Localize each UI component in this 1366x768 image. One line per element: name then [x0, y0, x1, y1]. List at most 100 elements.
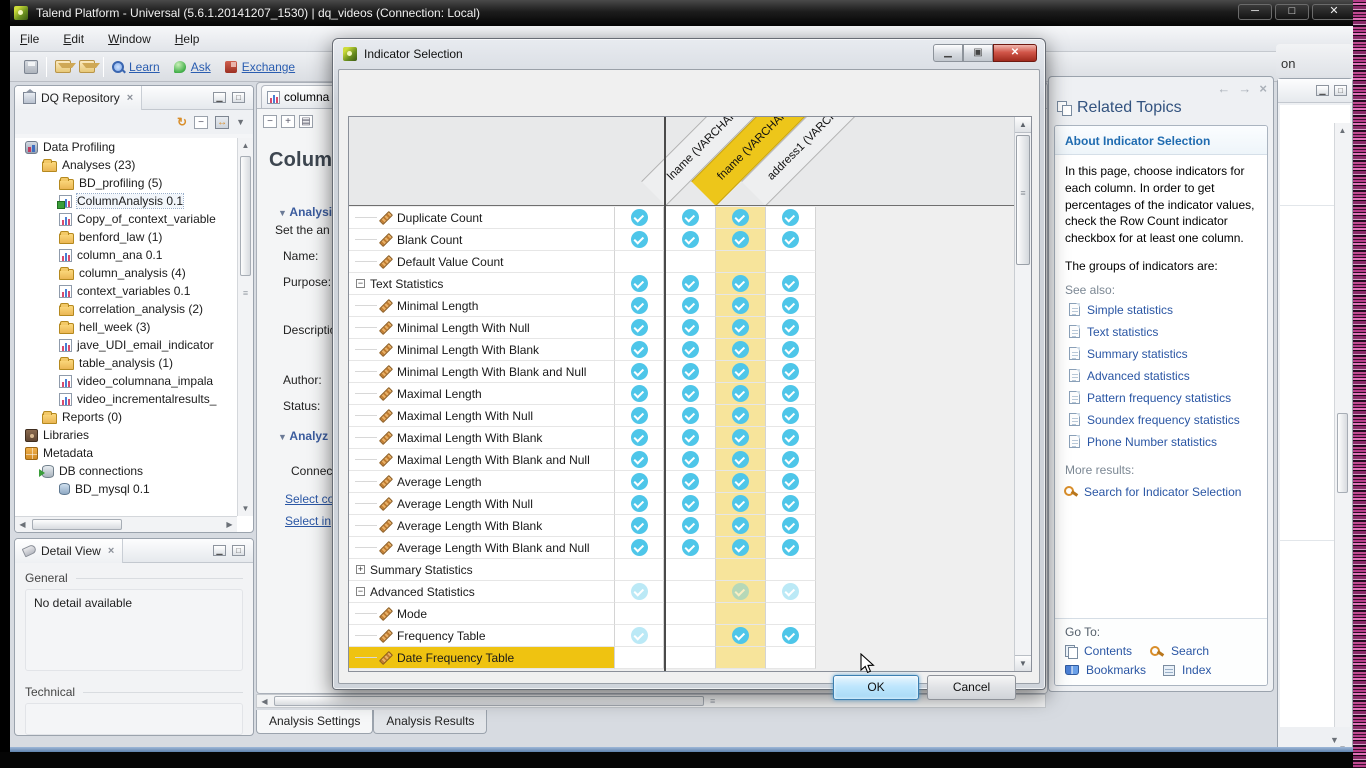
- learn-link[interactable]: Learn: [112, 60, 160, 74]
- editor-save-icon[interactable]: ▤: [299, 115, 313, 128]
- tree-vertical-scrollbar[interactable]: ▲ ≡ ▼: [237, 138, 253, 516]
- tree-item[interactable]: table_analysis (1): [15, 354, 237, 372]
- tree-item[interactable]: column_analysis (4): [15, 264, 237, 282]
- check-cell[interactable]: [614, 427, 664, 449]
- check-cell[interactable]: [666, 383, 716, 405]
- export-icon[interactable]: [79, 60, 95, 73]
- check-cell[interactable]: [716, 449, 766, 471]
- check-cell[interactable]: [716, 251, 766, 273]
- tree-item[interactable]: Data Profiling: [15, 138, 237, 156]
- minimize-view-icon[interactable]: ▁: [213, 545, 226, 556]
- menu-help[interactable]: Help: [175, 32, 200, 46]
- check-cell[interactable]: [766, 207, 816, 229]
- indicator-label-cell[interactable]: Blank Count: [349, 229, 614, 251]
- window-maximize-button[interactable]: □: [1275, 4, 1309, 20]
- check-cell[interactable]: [766, 625, 816, 647]
- check-cell[interactable]: [614, 273, 664, 295]
- help-topic-link[interactable]: Advanced statistics: [1055, 365, 1267, 387]
- check-cell[interactable]: [666, 647, 716, 669]
- menu-edit[interactable]: Edit: [63, 32, 84, 46]
- check-cell[interactable]: [666, 317, 716, 339]
- indicator-label-cell[interactable]: Maximal Length With Blank and Null: [349, 449, 614, 471]
- window-minimize-button[interactable]: ─: [1238, 4, 1272, 20]
- grid-vertical-scrollbar[interactable]: ▲ ≡ ▼: [1014, 117, 1031, 671]
- check-cell[interactable]: [666, 339, 716, 361]
- tab-analysis-settings[interactable]: Analysis Settings: [256, 710, 373, 734]
- minimize-view-icon[interactable]: ▁: [213, 92, 226, 103]
- tree-horizontal-scrollbar[interactable]: ◀ ▶: [15, 516, 237, 532]
- select-indicators-link[interactable]: Select in: [285, 514, 331, 528]
- check-cell[interactable]: [716, 383, 766, 405]
- check-cell[interactable]: [666, 251, 716, 273]
- check-cell[interactable]: [766, 339, 816, 361]
- cancel-button[interactable]: Cancel: [927, 675, 1016, 700]
- check-cell[interactable]: [716, 537, 766, 559]
- search-link[interactable]: Search: [1171, 644, 1209, 658]
- check-cell[interactable]: [716, 295, 766, 317]
- check-cell[interactable]: [716, 427, 766, 449]
- check-cell[interactable]: [716, 603, 766, 625]
- check-cell[interactable]: [666, 537, 716, 559]
- check-cell[interactable]: [614, 229, 664, 251]
- tree-item[interactable]: BD_profiling (5): [15, 174, 237, 192]
- check-cell[interactable]: [614, 449, 664, 471]
- indicator-label-cell[interactable]: Mode: [349, 603, 614, 625]
- tree-item[interactable]: correlation_analysis (2): [15, 300, 237, 318]
- check-cell[interactable]: [716, 515, 766, 537]
- check-cell[interactable]: [716, 229, 766, 251]
- expand-group-icon[interactable]: +: [356, 565, 365, 574]
- check-cell[interactable]: [666, 493, 716, 515]
- collapse-group-icon[interactable]: −: [356, 587, 365, 596]
- import-icon[interactable]: [55, 60, 71, 73]
- indicator-label-cell[interactable]: Average Length With Blank: [349, 515, 614, 537]
- check-cell[interactable]: [766, 383, 816, 405]
- indicator-label-cell[interactable]: Average Length With Blank and Null: [349, 537, 614, 559]
- check-cell[interactable]: [614, 493, 664, 515]
- scroll-left-icon[interactable]: ◀: [15, 517, 30, 532]
- check-cell[interactable]: [666, 273, 716, 295]
- indicator-label-cell[interactable]: Maximal Length With Null: [349, 405, 614, 427]
- dialog-maximize-button[interactable]: ▣: [963, 44, 993, 62]
- indicator-label-cell[interactable]: Minimal Length: [349, 295, 614, 317]
- check-cell[interactable]: [666, 471, 716, 493]
- check-cell[interactable]: [766, 449, 816, 471]
- check-cell[interactable]: [716, 405, 766, 427]
- scroll-thumb[interactable]: [1337, 413, 1348, 493]
- help-topic-link[interactable]: Summary statistics: [1055, 343, 1267, 365]
- check-cell[interactable]: [716, 471, 766, 493]
- check-cell[interactable]: [716, 493, 766, 515]
- scroll-down-icon[interactable]: ▼: [238, 501, 253, 516]
- check-cell[interactable]: [766, 581, 816, 603]
- check-cell[interactable]: [666, 449, 716, 471]
- check-cell[interactable]: [666, 405, 716, 427]
- tab-analysis-results[interactable]: Analysis Results: [373, 710, 487, 734]
- check-cell[interactable]: [766, 537, 816, 559]
- indicator-label-cell[interactable]: Minimal Length With Null: [349, 317, 614, 339]
- help-topic-link[interactable]: Simple statistics: [1055, 299, 1267, 321]
- maximize-view-icon[interactable]: □: [232, 545, 245, 556]
- help-back-icon[interactable]: ←: [1217, 81, 1230, 96]
- check-cell[interactable]: [666, 625, 716, 647]
- check-cell[interactable]: [666, 295, 716, 317]
- check-cell[interactable]: [716, 581, 766, 603]
- editor-tab-columnanalysis[interactable]: columna: [261, 85, 337, 108]
- check-cell[interactable]: [614, 361, 664, 383]
- tree-item[interactable]: video_incrementalresults_: [15, 390, 237, 408]
- check-cell[interactable]: [716, 647, 766, 669]
- check-cell[interactable]: [716, 317, 766, 339]
- check-cell[interactable]: [766, 471, 816, 493]
- check-cell[interactable]: [766, 559, 816, 581]
- collapse-all-icon[interactable]: −: [194, 116, 208, 129]
- help-topic-link[interactable]: Text statistics: [1055, 321, 1267, 343]
- tree-item[interactable]: column_ana 0.1: [15, 246, 237, 264]
- indicator-label-cell[interactable]: Minimal Length With Blank and Null: [349, 361, 614, 383]
- check-cell[interactable]: [614, 317, 664, 339]
- check-cell[interactable]: [666, 229, 716, 251]
- check-cell[interactable]: [614, 515, 664, 537]
- indicator-label-cell[interactable]: Date Frequency Table: [349, 647, 614, 669]
- bookmarks-link[interactable]: Bookmarks: [1086, 663, 1146, 677]
- save-icon[interactable]: [24, 60, 38, 74]
- check-cell[interactable]: [614, 405, 664, 427]
- check-cell[interactable]: [766, 493, 816, 515]
- check-cell[interactable]: [766, 295, 816, 317]
